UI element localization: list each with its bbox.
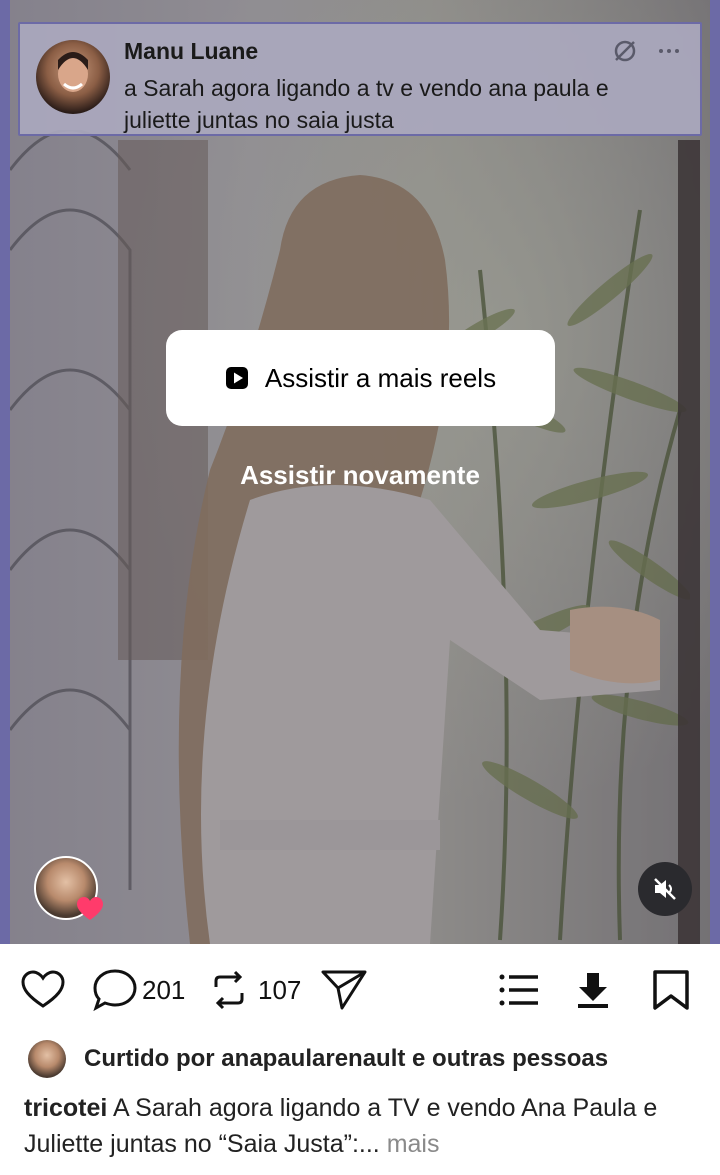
repost-button[interactable]: 107 [208, 970, 301, 1010]
bookmark-button[interactable] [652, 970, 690, 1010]
quoted-post-card: Manu Luane a Sarah agora ligando a tv e … [18, 22, 702, 136]
volume-off-icon [654, 878, 676, 900]
liked-by-avatar [28, 1040, 66, 1078]
comment-button[interactable]: 201 [92, 969, 186, 1012]
bookmark-icon [653, 970, 689, 1010]
share-icon [321, 970, 367, 1010]
post-caption[interactable]: tricotei A Sarah agora ligando a TV e ve… [24, 1090, 704, 1162]
download-icon [578, 973, 608, 1008]
repost-icon [214, 970, 244, 1010]
share-button[interactable] [320, 970, 368, 1010]
quote-actions [612, 38, 682, 70]
list-icon [499, 974, 538, 1006]
quote-author-name: Manu Luane [124, 38, 259, 64]
heart-icon [21, 970, 65, 1008]
like-button[interactable] [20, 970, 66, 1010]
liked-by-text: Curtido por anapaularenault e outras pes… [84, 1045, 609, 1072]
muted-icon[interactable] [612, 38, 638, 70]
liked-by-row[interactable]: Curtido por anapaularenault e outras pes… [28, 1040, 608, 1078]
watch-more-reels-button[interactable]: Assistir a mais reels [166, 330, 555, 426]
watch-more-reels-label: Assistir a mais reels [264, 362, 497, 393]
list-button[interactable] [498, 970, 540, 1010]
quote-author-avatar [36, 40, 110, 114]
play-icon [225, 367, 248, 389]
download-button[interactable] [576, 970, 610, 1010]
more-icon[interactable] [656, 38, 682, 70]
heart-badge-icon [77, 897, 103, 920]
caption-more-link[interactable]: mais [387, 1130, 440, 1158]
comments-count: 201 [142, 974, 186, 1005]
caption-text: A Sarah agora ligando a TV e vendo Ana P… [24, 1094, 658, 1158]
action-bar: 201 107 [0, 944, 720, 1036]
caption-username[interactable]: tricotei [24, 1094, 107, 1122]
reposts-count: 107 [258, 974, 302, 1005]
quote-text: a Sarah agora ligando a tv e vendo ana p… [124, 75, 609, 133]
reel-video[interactable]: Manu Luane a Sarah agora ligando a tv e … [0, 0, 720, 944]
volume-off-button[interactable] [638, 862, 692, 916]
comment-icon [93, 969, 137, 1012]
watch-again-button[interactable]: Assistir novamente [0, 460, 720, 491]
avatar-face [58, 52, 88, 92]
